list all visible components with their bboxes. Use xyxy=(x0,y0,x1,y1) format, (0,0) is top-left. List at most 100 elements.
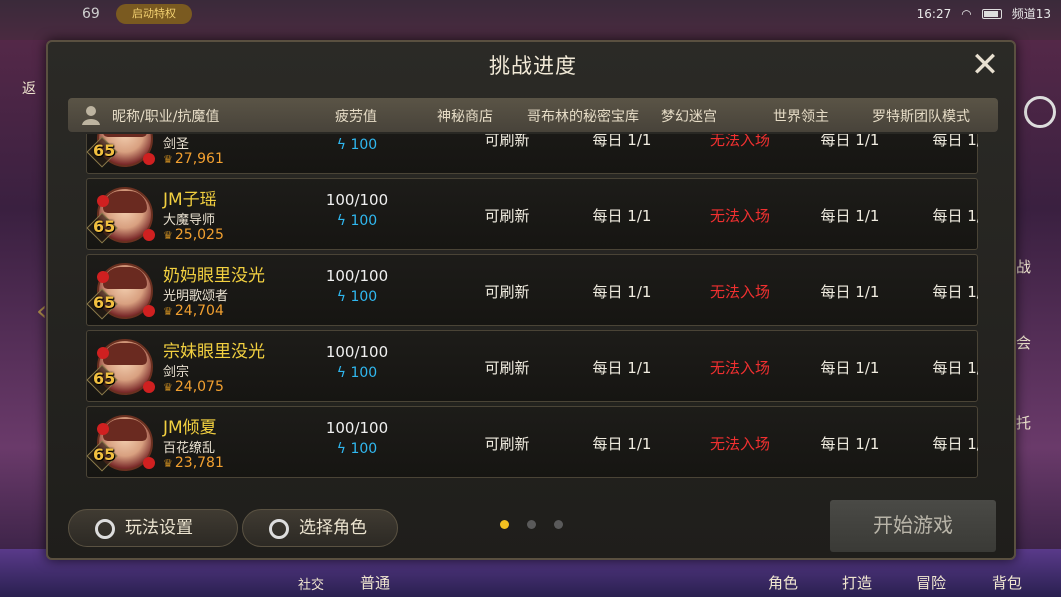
page-dot-2[interactable] xyxy=(527,520,536,529)
energy-value: ϟ 100 xyxy=(317,213,397,229)
battery-icon xyxy=(981,8,1002,19)
resistance-value: 24,075 xyxy=(174,379,224,395)
cell-shop: 可刷新 xyxy=(484,283,530,301)
nav-role[interactable]: 角色 xyxy=(768,572,798,593)
nav-normal[interactable]: 普通 xyxy=(360,572,390,593)
channel-text: 频道13 xyxy=(1011,7,1051,21)
character-resistance: ♛ 24,704 xyxy=(163,303,224,319)
header-lord: 世界领主 xyxy=(773,109,829,125)
energy-value: ϟ 100 xyxy=(317,289,397,305)
game-scene: 69 启动特权 16:27 ◠ 频道13 返 战 会 托 ‹ › 社交 普通 角… xyxy=(0,0,1061,597)
cell-shop: 可刷新 xyxy=(484,134,530,149)
character-nickname: 宗妹眼里没光 xyxy=(163,342,265,362)
character-level: 65 xyxy=(93,293,116,312)
cell-lord: 每日 1/1 xyxy=(820,359,880,377)
lightning-icon: ϟ xyxy=(336,289,351,305)
cell-maze: 无法入场 xyxy=(709,134,770,149)
character-icon xyxy=(82,106,100,125)
cell-maze: 无法入场 xyxy=(709,283,770,301)
gear-icon[interactable] xyxy=(1024,96,1056,128)
energy-value: ϟ 100 xyxy=(317,137,397,153)
side-item-battle[interactable]: 战 xyxy=(1016,256,1031,277)
character-job: 剑宗 xyxy=(163,365,190,380)
character-job: 光明歌颂者 xyxy=(163,289,229,304)
character-resistance: ♛ 27,961 xyxy=(163,151,224,167)
resistance-value: 23,781 xyxy=(174,455,224,471)
cell-lord: 每日 1/1 xyxy=(820,435,880,453)
energy-number: 100 xyxy=(350,365,378,381)
crown-icon: ♛ xyxy=(163,153,173,166)
page-indicator xyxy=(500,520,563,529)
header-fatigue: 疲劳值 xyxy=(335,109,377,125)
cell-lotus: 每日 1/1 xyxy=(932,134,978,149)
energy-value: ϟ 100 xyxy=(317,365,397,381)
character-row[interactable]: 65剑魂眼里没光剑圣♛27,961100/100ϟ 100可刷新每日 1/1无法… xyxy=(86,134,978,174)
energy-number: 100 xyxy=(350,137,378,153)
cell-goblin: 每日 1/1 xyxy=(592,207,652,225)
energy-value: ϟ 100 xyxy=(317,441,397,457)
fatigue-value: 100/100 xyxy=(325,343,389,361)
fatigue-value: 100/100 xyxy=(325,191,389,209)
cell-lord: 每日 1/1 xyxy=(820,207,880,225)
gameplay-settings-label: 玩法设置 xyxy=(125,518,193,538)
energy-number: 100 xyxy=(350,441,378,457)
cell-lord: 每日 1/1 xyxy=(820,283,880,301)
header-goblin: 哥布林的秘密宝库 xyxy=(527,109,639,125)
nav-adventure[interactable]: 冒险 xyxy=(916,572,946,593)
character-resistance: ♛ 23,781 xyxy=(163,455,224,471)
clock-text: 16:27 xyxy=(916,6,952,21)
cell-shop: 可刷新 xyxy=(484,359,530,377)
page-dot-3[interactable] xyxy=(554,520,563,529)
privilege-badge[interactable]: 启动特权 xyxy=(116,4,192,24)
crown-icon: ♛ xyxy=(163,229,173,242)
back-button[interactable]: 返 xyxy=(22,78,36,98)
page-dot-1[interactable] xyxy=(500,520,509,529)
header-name: 昵称/职业/抗魔值 xyxy=(112,109,220,125)
character-resistance: ♛ 24,075 xyxy=(163,379,224,395)
cell-lord: 每日 1/1 xyxy=(820,134,880,149)
lightning-icon: ϟ xyxy=(336,365,351,381)
character-row[interactable]: 65 JM倾夏 百花缭乱 ♛ 23,781 100/100 ϟ 100 可刷新 每日 1/1 无法… xyxy=(86,406,978,478)
nav-craft[interactable]: 打造 xyxy=(842,572,872,593)
wifi-icon: ◠ xyxy=(961,6,972,21)
cell-goblin: 每日 1/1 xyxy=(592,435,652,453)
crown-icon: ♛ xyxy=(163,305,173,318)
fatigue-value: 100/100 xyxy=(325,419,389,437)
lightning-icon: ϟ xyxy=(336,213,351,229)
lightning-icon: ϟ xyxy=(336,137,351,153)
character-row[interactable]: 65 JM子瑶大魔导师 ♛ 25,025 100/100 ϟ 100 可刷新 每日 1/1 无法… xyxy=(86,178,978,250)
gameplay-settings-button[interactable]: 玩法设置 xyxy=(68,509,238,547)
header-maze: 梦幻迷宫 xyxy=(661,109,717,125)
character-list[interactable]: 65剑魂眼里没光剑圣♛27,961100/100ϟ 100可刷新每日 1/1无法… xyxy=(86,134,978,492)
character-level: 65 xyxy=(93,141,116,160)
character-nickname: JM倾夏 xyxy=(163,418,217,438)
resistance-value: 25,025 xyxy=(174,227,224,243)
character-level: 65 xyxy=(93,217,116,236)
start-game-button[interactable]: 开始游戏 xyxy=(830,500,996,552)
character-row[interactable]: 65 奶妈眼里没光光明歌颂者 ♛ 24,704 100/100 ϟ 100 可刷新 每日 1/… xyxy=(86,254,978,326)
side-item-trust[interactable]: 托 xyxy=(1016,412,1031,433)
close-icon[interactable]: ✕ xyxy=(968,48,1002,84)
fatigue-value: 100/100 xyxy=(325,267,389,285)
character-job: 大魔导师 xyxy=(163,213,216,228)
cell-lotus: 每日 1/1 xyxy=(932,435,978,453)
nav-social[interactable]: 社交 xyxy=(298,574,324,593)
nav-bag[interactable]: 背包 xyxy=(992,572,1022,593)
resistance-value: 27,961 xyxy=(174,151,224,167)
system-status: 16:27 ◠ 频道13 xyxy=(917,5,1051,22)
challenge-progress-dialog: 挑战进度 ✕ 昵称/职业/抗魔值 疲劳值 神秘商店 哥布林的秘密宝库 梦幻迷宫 … xyxy=(46,40,1016,560)
character-nickname: JM子瑶 xyxy=(163,190,217,210)
select-character-button[interactable]: 选择角色 xyxy=(242,509,398,547)
gear-icon xyxy=(95,519,115,539)
table-header: 昵称/职业/抗魔值 疲劳值 神秘商店 哥布林的秘密宝库 梦幻迷宫 世界领主 罗特… xyxy=(68,98,998,132)
character-nickname: 奶妈眼里没光 xyxy=(163,266,265,286)
cell-maze: 无法入场 xyxy=(709,359,770,377)
crown-icon: ♛ xyxy=(163,381,173,394)
character-row[interactable]: 65 宗妹眼里没光 剑宗 ♛ 24,075 100/100 ϟ 100 可刷新 每日 1/1 无法… xyxy=(86,330,978,402)
header-lotus: 罗特斯团队模式 xyxy=(872,109,970,125)
cell-shop: 可刷新 xyxy=(484,207,530,225)
cell-maze: 无法入场 xyxy=(709,207,770,225)
cell-goblin: 每日 1/1 xyxy=(592,283,652,301)
character-resistance: ♛ 25,025 xyxy=(163,227,224,243)
side-item-guild[interactable]: 会 xyxy=(1016,332,1031,353)
